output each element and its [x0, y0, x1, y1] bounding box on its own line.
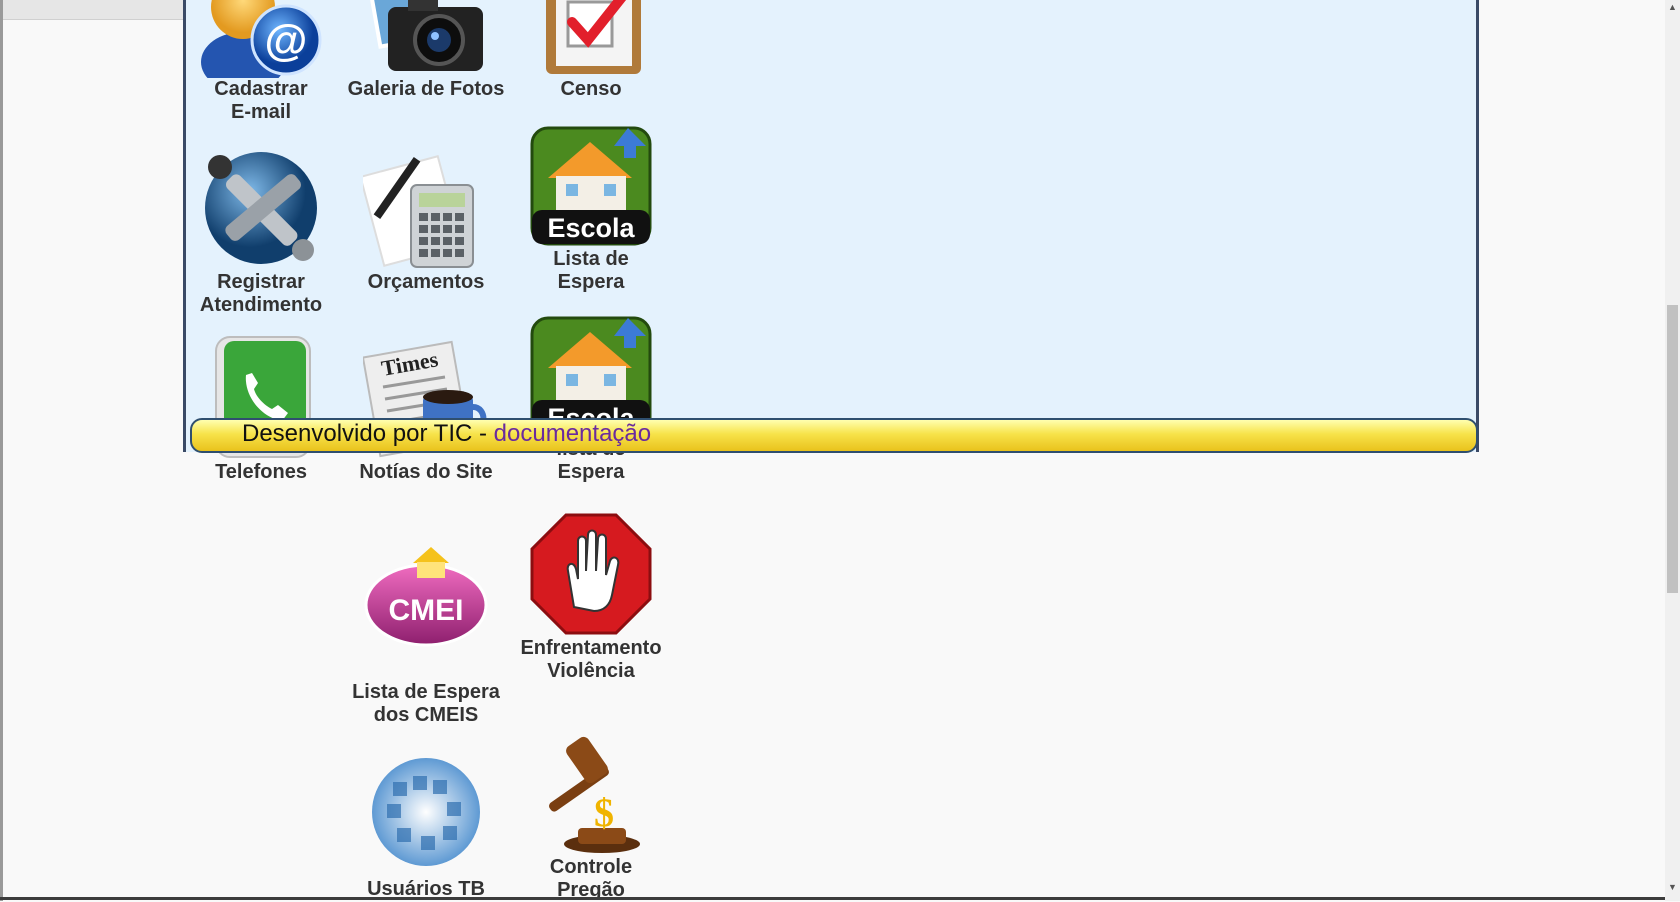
stop-hand-icon: [530, 513, 652, 635]
app-label-line: Violência: [547, 660, 635, 682]
app-label-line: Espera: [557, 461, 625, 483]
app-label-line: Galeria de Fotos: [347, 78, 505, 100]
app-tile-usuarios-tb[interactable]: Usuários TB: [340, 752, 512, 902]
app-tile-registrar-atendimento[interactable]: Registrar Atendimento: [175, 145, 347, 316]
app-tile-controle-pregao[interactable]: $ Controle Pregão: [505, 730, 677, 901]
window-bottom-edge: [0, 897, 1665, 900]
app-label-line: dos CMEIS: [373, 704, 479, 726]
vertical-scrollbar[interactable]: ▲ ▼: [1665, 0, 1680, 901]
app-label-line: Censo: [560, 78, 622, 100]
documentation-link[interactable]: documentação: [494, 420, 651, 447]
checklist-icon: [546, 0, 641, 74]
app-tile-lista-de-espera-2[interactable]: Escola lista deEspera: [505, 312, 677, 483]
app-label-line: Orçamentos: [367, 271, 485, 293]
calculator-icon: [363, 154, 474, 268]
app-label-line: Atendimento: [199, 294, 323, 316]
svg-text:@: @: [265, 16, 308, 65]
app-tile-cadastrar-email[interactable]: @ Cadastrar E-mail: [175, 0, 347, 123]
app-tile-lista-de-espera[interactable]: Escola Lista de Espera: [505, 122, 677, 293]
svg-text:$: $: [594, 790, 614, 835]
app-label-line: Controle: [549, 856, 633, 878]
cmei-badge-text: CMEI: [389, 594, 464, 627]
app-label-line: Lista de Espera: [352, 681, 500, 703]
app-label-line: Telefones: [215, 461, 307, 483]
app-label-line: Enfrentamento: [520, 637, 662, 659]
globe-tools-icon: [205, 152, 317, 264]
app-label-line: Cadastrar: [214, 78, 308, 100]
app-tile-censo[interactable]: Censo: [505, 0, 677, 102]
scroll-up-icon[interactable]: ▲: [1665, 0, 1680, 15]
cmei-icon: CMEI: [364, 547, 488, 647]
app-label-line: Lista de: [553, 248, 629, 270]
email-user-icon: @: [201, 0, 322, 78]
network-globe-icon: [372, 758, 480, 866]
escola-house-icon: Escola: [530, 126, 652, 246]
scrollbar-thumb[interactable]: [1667, 305, 1678, 593]
escola-badge-text: Escola: [547, 213, 635, 243]
app-tile-telefones[interactable]: Telefones: [175, 335, 347, 485]
app-label-line: Espera: [557, 271, 625, 293]
app-tile-lista-de-espera-cmeis[interactable]: CMEI Lista de Espera dos CMEIS: [340, 533, 512, 726]
app-tile-galeria-de-fotos[interactable]: Galeria de Fotos: [340, 0, 512, 102]
app-tile-orcamentos[interactable]: Orçamentos: [340, 145, 512, 295]
app-label-line: E-mail: [230, 101, 292, 123]
footer-text: Desenvolvido por TIC - documentação: [242, 420, 651, 448]
app-label-line: Notías do Site: [359, 461, 493, 483]
gavel-icon: $: [549, 736, 640, 853]
app-tile-noticias-do-site[interactable]: Times Notías do Site: [340, 335, 512, 485]
app-label-line: Registrar: [217, 271, 305, 293]
app-tile-enfrentamento-violencia[interactable]: Enfrentamento Violência: [505, 511, 677, 682]
camera-icon: [364, 0, 483, 71]
footer-credit: Desenvolvido por TIC -: [242, 420, 494, 447]
scroll-down-icon[interactable]: ▼: [1665, 880, 1680, 895]
